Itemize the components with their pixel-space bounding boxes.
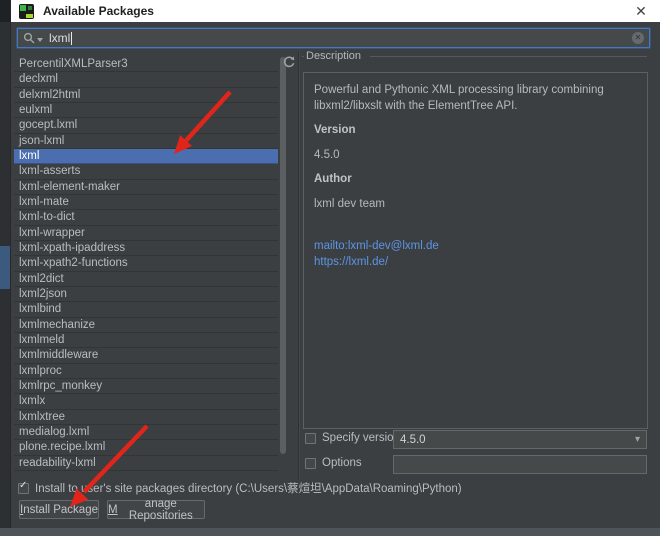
options-row: Options — [305, 457, 362, 469]
background-ide-corner — [0, 0, 10, 22]
search-history-arrow-icon[interactable] — [37, 38, 43, 42]
package-list-item[interactable]: lxml-asserts — [14, 164, 278, 179]
background-selection-fragment — [0, 246, 10, 289]
homepage-link[interactable]: https://lxml.de/ — [314, 254, 637, 270]
background-bottom-strip — [0, 528, 660, 536]
package-list: PercentilXMLParser3declxmldelxml2htmleul… — [14, 57, 278, 471]
package-list-item[interactable]: medialog.lxml — [14, 425, 278, 440]
version-select[interactable]: 4.5.0 ▾ — [393, 430, 647, 449]
version-select-value: 4.5.0 — [400, 434, 426, 446]
package-list-item[interactable]: lxml-xpath-ipaddress — [14, 241, 278, 256]
package-list-item[interactable]: lxml-element-maker — [14, 180, 278, 195]
author-value: lxml dev team — [314, 197, 637, 213]
reload-packages-icon[interactable] — [282, 55, 296, 69]
window-icon — [19, 4, 34, 19]
package-list-item[interactable]: readability-lxml — [14, 456, 278, 471]
clear-search-icon[interactable]: ✕ — [632, 32, 644, 44]
scrollbar-thumb[interactable] — [280, 57, 286, 454]
package-list-item[interactable]: lxmlbind — [14, 302, 278, 317]
package-list-item[interactable]: lxmlmiddleware — [14, 348, 278, 363]
package-list-item[interactable]: lxml — [14, 149, 278, 164]
description-group-label: Description — [306, 50, 361, 62]
package-list-item[interactable]: lxml-xpath2-functions — [14, 256, 278, 271]
options-input[interactable] — [393, 455, 647, 474]
package-list-item[interactable]: PercentilXMLParser3 — [14, 57, 278, 72]
search-icon — [23, 32, 35, 44]
search-query-text: lxml — [49, 31, 70, 45]
package-list-item[interactable]: declxml — [14, 72, 278, 87]
install-user-site-checkbox[interactable]: ✓ — [18, 483, 29, 494]
install-package-button[interactable]: Install Package — [19, 500, 99, 519]
package-list-item[interactable]: lxmlxtree — [14, 410, 278, 425]
package-list-item[interactable]: lxmlproc — [14, 364, 278, 379]
package-list-item[interactable]: lxml-wrapper — [14, 226, 278, 241]
dialog-body: lxml ✕ PercentilXMLParser3declxmldelxml2… — [11, 22, 660, 528]
manage-repositories-button[interactable]: Manage Repositories — [107, 500, 205, 519]
dialog-titlebar: Available Packages ✕ — [11, 0, 660, 22]
group-border-line — [302, 56, 304, 57]
text-cursor — [71, 32, 72, 45]
background-ide-strip — [0, 0, 10, 536]
package-list-item[interactable]: lxmlx — [14, 394, 278, 409]
version-value: 4.5.0 — [314, 148, 637, 164]
options-label: Options — [322, 457, 362, 469]
package-list-item[interactable]: gocept.lxml — [14, 118, 278, 133]
dialog-title: Available Packages — [43, 4, 154, 18]
package-list-item[interactable]: lxml-mate — [14, 195, 278, 210]
package-list-item[interactable]: lxml-to-dict — [14, 210, 278, 225]
available-packages-dialog: Available Packages ✕ lxml ✕ PercentilXML… — [10, 0, 660, 528]
specify-version-label: Specify version — [322, 432, 400, 444]
install-label-rest: nstall Package — [23, 504, 98, 516]
package-list-item[interactable]: lxmlmechanize — [14, 318, 278, 333]
specify-version-checkbox[interactable] — [305, 433, 316, 444]
close-icon[interactable]: ✕ — [630, 0, 652, 22]
package-list-item[interactable]: json-lxml — [14, 134, 278, 149]
search-input[interactable]: lxml ✕ — [17, 28, 650, 48]
description-box: Powerful and Pythonic XML processing lib… — [303, 72, 648, 429]
author-label: Author — [314, 172, 637, 188]
version-label: Version — [314, 123, 637, 139]
panel-divider[interactable] — [298, 52, 299, 480]
package-list-item[interactable]: delxml2html — [14, 88, 278, 103]
install-user-site-row: ✓ Install to user's site packages direct… — [18, 480, 462, 496]
author-email-link[interactable]: mailto:lxml-dev@lxml.de — [314, 238, 637, 254]
group-border-line — [370, 56, 647, 57]
options-checkbox[interactable] — [305, 458, 316, 469]
specify-version-row: Specify version 4.5.0 ▾ — [305, 432, 400, 444]
manage-mnemonic: M — [108, 504, 118, 516]
package-summary: Powerful and Pythonic XML processing lib… — [314, 83, 637, 114]
package-list-item[interactable]: lxmlmeld — [14, 333, 278, 348]
manage-label-rest: anage Repositories — [118, 498, 204, 522]
screen: Available Packages ✕ lxml ✕ PercentilXML… — [0, 0, 660, 536]
combo-arrow-icon: ▾ — [635, 434, 640, 445]
list-scrollbar[interactable] — [279, 57, 287, 471]
checkmark-icon: ✓ — [19, 481, 27, 491]
package-list-item[interactable]: lxmlrpc_monkey — [14, 379, 278, 394]
package-list-item[interactable]: plone.recipe.lxml — [14, 440, 278, 455]
package-list-item[interactable]: lxml2json — [14, 287, 278, 302]
package-list-item[interactable]: lxml2dict — [14, 272, 278, 287]
clear-x-glyph: ✕ — [635, 34, 642, 42]
package-list-item[interactable]: eulxml — [14, 103, 278, 118]
install-user-site-label: Install to user's site packages director… — [35, 480, 462, 496]
